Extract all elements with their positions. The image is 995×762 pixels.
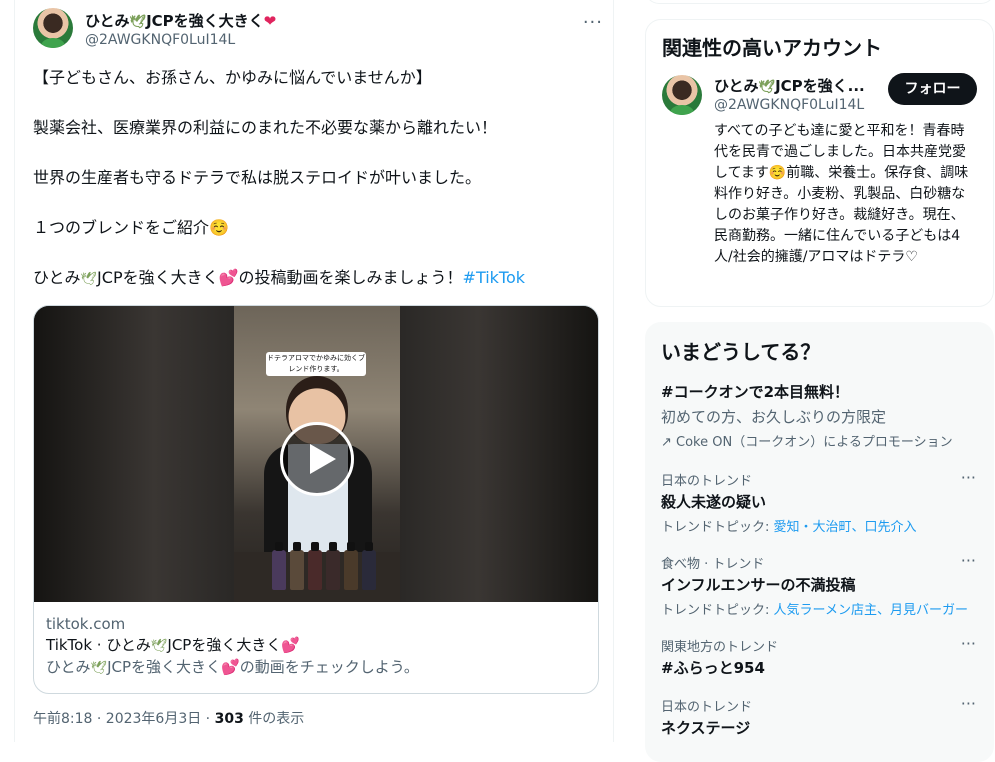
- more-options-button[interactable]: ···: [583, 12, 603, 33]
- tweet-line: 【子どもさん、お孫さん、かゆみに悩んでいませんか】: [33, 68, 432, 87]
- video-blur-left: [34, 306, 234, 602]
- trend-title: 殺人未遂の疑い: [661, 493, 767, 511]
- related-accounts-panel: 関連性の高いアカウント ひとみ🕊JCPを強く... @2AWGKNQF0LuI1…: [645, 19, 994, 307]
- card-info[interactable]: tiktok.com TikTok · ひとみ🕊JCPを強く大きく💕 ひとみ🕊J…: [34, 602, 598, 691]
- two-hearts-icon: 💕: [218, 268, 239, 287]
- related-account-handle[interactable]: @2AWGKNQF0LuI14L: [714, 97, 864, 113]
- dove-icon: 🕊: [80, 272, 98, 287]
- video-blur-right: [398, 306, 598, 602]
- trend-more-button[interactable]: ···: [961, 634, 976, 653]
- author-name[interactable]: ひとみ🕊JCPを強く大きく❤: [85, 10, 276, 31]
- two-hearts-icon: 💕: [221, 658, 240, 676]
- heart-icon: ❤: [263, 12, 277, 30]
- related-accounts-title: 関連性の高いアカウント: [662, 36, 882, 60]
- promoted-trend[interactable]: #コークオンで2本目無料！ 初めての方、お久しぶりの方限定 ↗ Coke ON（…: [645, 375, 994, 460]
- tweet-header: ひとみ🕊JCPを強く大きく❤ @2AWGKNQF0LuI14L ···: [33, 8, 603, 54]
- two-hearts-icon: 💕: [281, 636, 301, 654]
- trends-panel: いまどうしてる？ #コークオンで2本目無料！ 初めての方、お久しぶりの方限定 ↗…: [645, 322, 994, 762]
- trend-title: #ふらっと954: [661, 659, 765, 677]
- related-account-avatar[interactable]: [662, 75, 702, 115]
- oil-bottle-image: [362, 542, 376, 590]
- trend-topics: トレンドトピック: 人気ラーメン店主、月見バーガー: [661, 603, 968, 618]
- views-count: 303: [214, 711, 244, 727]
- tweet-line: １つのブレンドをご紹介☺️: [33, 218, 229, 237]
- trend-more-button[interactable]: ···: [961, 694, 976, 713]
- related-account-bio: すべての子ども達に愛と平和を！青春時代を民青で過ごしました。日本共産党愛してます…: [714, 123, 969, 265]
- promoted-icon: ↗: [661, 435, 677, 450]
- oil-bottle-image: [326, 542, 340, 590]
- link-card[interactable]: ドテラアロマでかゆみに効くブレンド作ります。 tiktok.com TikTok…: [33, 305, 599, 694]
- main-column: ひとみ🕊JCPを強く大きく❤ @2AWGKNQF0LuI14L ··· 【子ども…: [14, 0, 614, 742]
- trend-more-button[interactable]: ···: [961, 551, 976, 570]
- dove-icon: 🕊: [758, 80, 776, 95]
- oil-bottle-image: [272, 542, 286, 590]
- dove-icon: 🕊: [129, 15, 147, 30]
- trend-topics: トレンドトピック: 愛知・大治町、口先介入: [661, 520, 917, 535]
- author-avatar[interactable]: [33, 8, 73, 48]
- promo-title: #コークオンで2本目無料！: [661, 383, 850, 401]
- tweet-line: 製薬会社、医療業界の利益にのまれた不必要な薬から離れたい！: [33, 118, 498, 137]
- video-caption: ドテラアロマでかゆみに効くブレンド作ります。: [266, 352, 366, 376]
- card-title: TikTok · ひとみ🕊JCPを強く大きく💕: [46, 636, 301, 654]
- promo-attribution: ↗ Coke ON（コークオン）によるプロモーション: [661, 435, 953, 450]
- trend-item[interactable]: 日本のトレンド ネクステージ ···: [645, 686, 994, 746]
- related-account-name[interactable]: ひとみ🕊JCPを強く...: [714, 75, 865, 96]
- oil-bottle-image: [344, 542, 358, 590]
- card-description: ひとみ🕊JCPを強く大きく💕の動画をチェックしよう。: [46, 658, 419, 676]
- hashtag-link[interactable]: #TikTok: [463, 268, 526, 287]
- trend-category: 食べ物 · トレンド: [661, 557, 765, 572]
- oil-bottle-image: [308, 542, 322, 590]
- tweet-meta: 午前8:18 · 2023年6月3日 · 303 件の表示: [33, 708, 304, 728]
- card-domain: tiktok.com: [46, 615, 126, 633]
- video-preview[interactable]: ドテラアロマでかゆみに効くブレンド作ります。: [34, 306, 598, 602]
- timestamp[interactable]: 午前8:18 · 2023年6月3日 ·: [33, 711, 215, 727]
- trend-item[interactable]: 日本のトレンド 殺人未遂の疑い トレンドトピック: 愛知・大治町、口先介入 ··…: [645, 460, 994, 543]
- trend-category: 関東地方のトレンド: [661, 640, 779, 655]
- sidebar-top-panel: [645, 0, 995, 4]
- trend-item[interactable]: 食べ物 · トレンド インフルエンサーの不満投稿 トレンドトピック: 人気ラーメ…: [645, 543, 994, 626]
- dove-icon: 🕊: [150, 639, 168, 654]
- views-label: 件の表示: [243, 711, 305, 727]
- tweet-text: 【子どもさん、お孫さん、かゆみに悩んでいませんか】 製薬会社、医療業界の利益にの…: [33, 66, 603, 318]
- trend-category: 日本のトレンド: [661, 474, 753, 489]
- follow-button[interactable]: フォロー: [888, 73, 977, 105]
- dove-icon: 🕊: [90, 661, 108, 676]
- tweet-line: ひとみ🕊JCPを強く大きく💕の投稿動画を楽しみましょう！#TikTok: [33, 268, 526, 287]
- trend-more-button[interactable]: ···: [961, 468, 976, 487]
- trend-title: ネクステージ: [661, 719, 751, 737]
- trend-item[interactable]: 関東地方のトレンド #ふらっと954 ···: [645, 626, 994, 686]
- tweet-line: 世界の生産者も守るドテラで私は脱ステロイドが叶いました。: [33, 168, 482, 187]
- oil-bottle-image: [290, 542, 304, 590]
- trends-title: いまどうしてる？: [661, 340, 821, 364]
- trend-category: 日本のトレンド: [661, 700, 753, 715]
- trend-title: インフルエンサーの不満投稿: [661, 576, 856, 594]
- author-handle[interactable]: @2AWGKNQF0LuI14L: [85, 32, 235, 48]
- play-icon[interactable]: [280, 422, 354, 496]
- promo-description: 初めての方、お久しぶりの方限定: [661, 408, 887, 426]
